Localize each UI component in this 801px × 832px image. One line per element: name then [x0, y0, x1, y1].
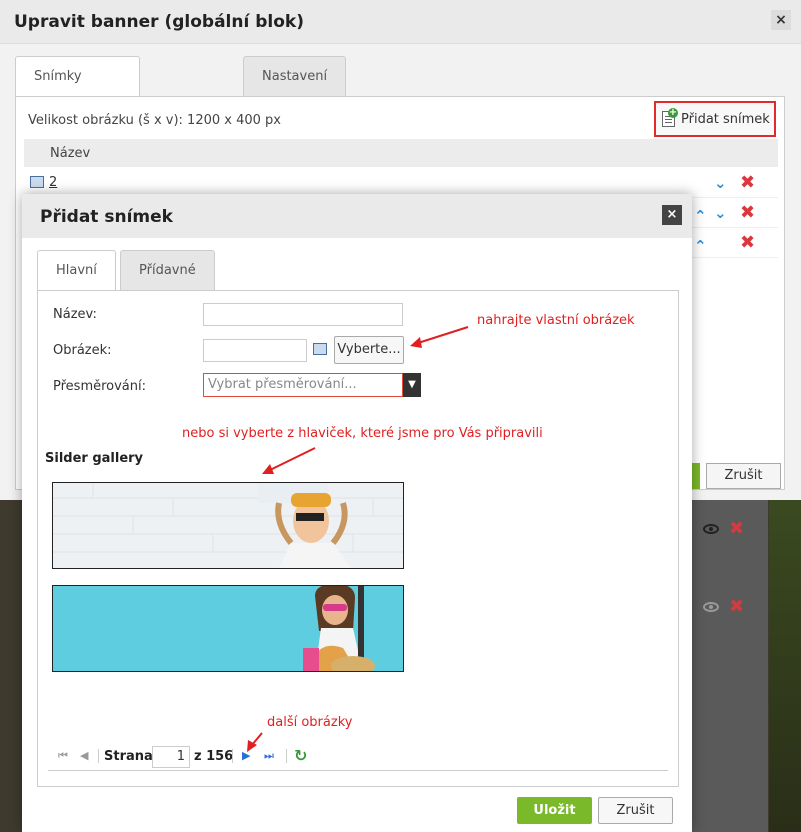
modal-tab-panel: Název: Obrázek: Vyberte... Přesměrování:…: [37, 290, 679, 787]
last-page-icon[interactable]: ⏭: [264, 749, 274, 763]
redirect-select[interactable]: Vybrat přesměrování...: [203, 373, 403, 397]
choose-image-button[interactable]: Vyberte...: [334, 336, 404, 364]
grid-header: Název: [24, 139, 778, 167]
modal-close-icon[interactable]: ×: [662, 205, 682, 225]
page-total: z 156: [194, 749, 234, 764]
grid-header-name: Název: [50, 146, 91, 161]
delete-icon[interactable]: ✖: [729, 518, 744, 539]
image-icon: [30, 176, 44, 188]
pager-separator: [98, 749, 99, 763]
modal-title: Přidat snímek: [40, 207, 173, 227]
tab-extra-html[interactable]: Přídavné HTML: [120, 250, 215, 318]
note-more: další obrázky: [267, 715, 353, 730]
image-field[interactable]: [203, 339, 307, 362]
background-panel: [690, 500, 768, 832]
page-number-input[interactable]: 1: [152, 746, 190, 768]
image-label: Obrázek:: [53, 343, 112, 358]
note-upload: nahrajte vlastní obrázek: [477, 313, 635, 328]
move-up-icon[interactable]: ⌃: [694, 207, 707, 225]
pager: ⏮ ◀ Strana 1 z 156 ▶ ⏭ ↻: [48, 741, 668, 771]
background-strip: [769, 500, 801, 832]
prev-page-icon[interactable]: ◀: [80, 749, 88, 762]
tab-main[interactable]: Hlavní: [37, 250, 116, 291]
gallery-image-art: [53, 483, 403, 568]
delete-icon[interactable]: ✖: [729, 596, 744, 617]
outer-cancel-button[interactable]: Zrušit: [706, 463, 781, 489]
first-page-icon[interactable]: ⏮: [58, 749, 68, 763]
pager-separator: [286, 749, 287, 763]
note-choose: nebo si vyberte z hlaviček, které jsme p…: [182, 426, 543, 441]
move-down-icon[interactable]: ⌄: [714, 204, 727, 222]
name-label: Název:: [53, 307, 97, 322]
add-slide-label: Přidat snímek: [681, 111, 770, 127]
redirect-label: Přesměrování:: [53, 379, 147, 394]
tab-slides[interactable]: Snímky dynamického banneru: [15, 56, 140, 164]
outer-close-icon[interactable]: ×: [771, 10, 791, 30]
gallery-image-art: [53, 586, 403, 671]
delete-icon[interactable]: ✖: [740, 232, 755, 253]
page-label: Strana: [104, 749, 153, 764]
delete-icon[interactable]: ✖: [740, 172, 755, 193]
name-field[interactable]: [203, 303, 403, 326]
image-picker-icon[interactable]: [313, 343, 327, 355]
tab-block-settings[interactable]: Nastavení bloku: [243, 56, 347, 124]
gallery-image[interactable]: [52, 585, 404, 672]
visible-eye-icon[interactable]: [703, 524, 719, 534]
gallery-title: Silder gallery: [45, 451, 144, 466]
cancel-button[interactable]: Zrušit: [598, 797, 673, 824]
delete-icon[interactable]: ✖: [740, 202, 755, 223]
chevron-down-icon[interactable]: ▼: [403, 373, 421, 397]
image-size-label: Velikost obrázku (š x v): 1200 x 400 px: [28, 113, 281, 128]
gallery-image[interactable]: [52, 482, 404, 569]
refresh-icon[interactable]: ↻: [294, 746, 307, 765]
move-down-icon[interactable]: ⌄: [714, 174, 727, 192]
add-slide-modal: Přidat snímek × Hlavní Přídavné HTML Náz…: [22, 194, 692, 832]
save-button[interactable]: Uložit: [517, 797, 592, 824]
next-page-icon[interactable]: ▶: [242, 749, 250, 762]
row-name-link[interactable]: 2: [49, 175, 57, 190]
add-slide-button[interactable]: + Přidat snímek: [654, 101, 776, 137]
hidden-eye-icon[interactable]: [703, 602, 719, 612]
pager-separator: [232, 749, 233, 763]
move-up-icon[interactable]: ⌃: [694, 237, 707, 255]
add-plus-icon: +: [668, 107, 678, 118]
outer-dialog-title: Upravit banner (globální blok): [14, 12, 304, 32]
